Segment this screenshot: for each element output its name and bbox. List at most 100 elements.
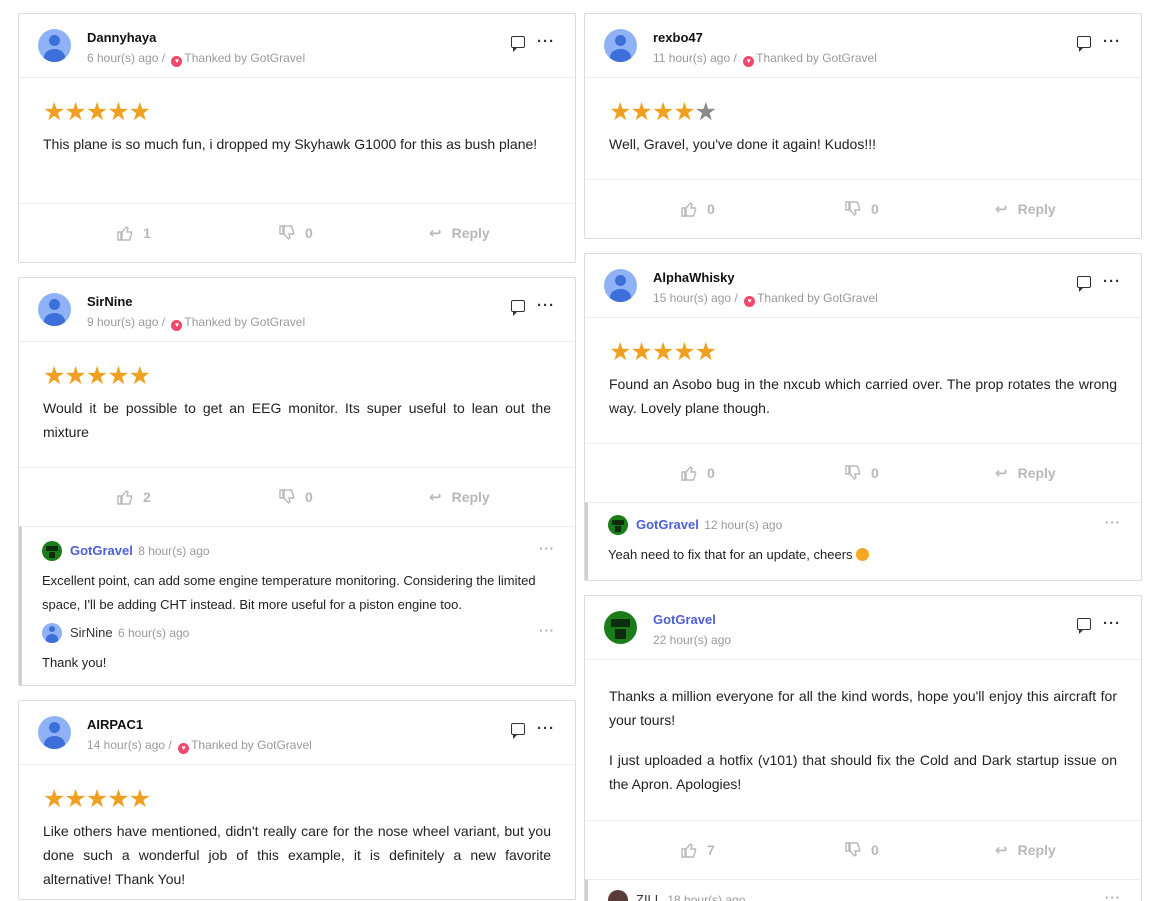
review-body: ★★★★★ Like others have mentioned, didn't… [19,765,575,901]
reply-author[interactable]: GotGravel [636,517,699,532]
thumbs-up-icon [681,843,697,858]
star-rating: ★★★★★ [43,362,151,390]
dislike-button[interactable]: 0 [279,225,313,241]
review-text: This plane is so much fun, i dropped my … [43,136,538,152]
review-text: Well, Gravel, you've done it again! Kudo… [609,136,877,152]
review-header: rexbo47 11 hour(s) ago / ♥ Thanked by Got… [585,14,1141,78]
like-count: 7 [707,842,715,858]
like-button[interactable]: 2 [117,489,151,505]
reply-avatar[interactable] [42,623,62,643]
username[interactable]: AlphaWhisky [653,270,735,285]
dislike-button[interactable]: 0 [845,842,879,858]
review-header: Dannyhaya 6 hour(s) ago / ♥ Thanked by Go… [19,14,575,78]
more-icon[interactable]: ··· [539,541,555,556]
dislike-button[interactable]: 0 [845,201,879,217]
avatar[interactable] [38,293,71,326]
review-text: Thanks a million everyone for all the ki… [609,688,1117,728]
heart-icon: ♥ [178,743,190,754]
username[interactable]: rexbo47 [653,30,703,45]
review-card: Dannyhaya 6 hour(s) ago / ♥ Thanked by Go… [18,13,576,263]
dislike-button[interactable]: 0 [845,465,879,481]
reply-item: ZILL 18 hour(s) ago ··· [588,880,1141,901]
thanked-label: Thanked by GotGravel [191,738,312,752]
comment-icon[interactable] [511,723,525,739]
comment-icon[interactable] [1077,618,1091,634]
avatar[interactable] [604,29,637,62]
avatar[interactable] [38,716,71,749]
timestamp: 14 hour(s) ago / [87,738,172,752]
username[interactable]: GotGravel [653,612,716,627]
review-meta: 15 hour(s) ago / ♥ Thanked by GotGravel [653,291,878,307]
review-text: I just uploaded a hotfix (v101) that sho… [609,752,1117,792]
more-icon[interactable]: ··· [1103,274,1121,289]
timestamp: 11 hour(s) ago / [653,51,737,65]
review-body: ★★★★★ This plane is so much fun, i dropp… [19,78,575,203]
header-actions: ··· [511,34,555,52]
reply-button[interactable]: ↩ Reply [429,224,490,242]
avatar[interactable] [38,29,71,62]
reply-time: 18 hour(s) ago [667,893,746,901]
more-icon[interactable]: ··· [537,298,555,313]
like-count: 1 [143,225,151,241]
review-meta: 22 hour(s) ago [653,633,731,647]
reply-time: 6 hour(s) ago [117,626,190,640]
review-footer: 0 0 ↩ Reply [585,179,1141,238]
like-button[interactable]: 0 [681,465,715,481]
heart-icon: ♥ [743,56,755,67]
review-body: ★★★★★ Found an Asobo bug in the nxcub wh… [585,318,1141,443]
reply-avatar[interactable] [608,890,628,901]
header-actions: ··· [1077,616,1121,634]
reply-author[interactable]: SirNine [70,625,113,640]
reply-meta: GotGravel 12 hour(s) ago [636,515,1121,535]
reply-author[interactable]: GotGravel [70,543,133,558]
review-text: Would it be possible to get an EEG monit… [43,400,551,440]
comment-icon[interactable] [511,300,525,316]
more-icon[interactable]: ··· [1103,616,1121,631]
reply-item: SirNine 6 hour(s) ago ··· Thank you! [22,611,575,685]
review-text: Found an Asobo bug in the nxcub which ca… [609,376,1117,416]
more-icon[interactable]: ··· [1103,34,1121,49]
reply-button[interactable]: ↩ Reply [995,200,1056,218]
reply-author[interactable]: ZILL [636,892,662,901]
dislike-button[interactable]: 0 [279,489,313,505]
reply-button[interactable]: ↩ Reply [429,488,490,506]
comment-icon[interactable] [511,36,525,52]
reply-item: GotGravel 12 hour(s) ago ··· Yeah need t… [588,503,1141,580]
dislike-count: 0 [871,465,879,481]
comment-icon[interactable] [1077,276,1091,292]
username[interactable]: SirNine [87,294,133,309]
like-button[interactable]: 0 [681,201,715,217]
avatar[interactable] [604,611,637,644]
review-card: rexbo47 11 hour(s) ago / ♥ Thanked by Got… [584,13,1142,239]
more-icon[interactable]: ··· [537,721,555,736]
reply-item: GotGravel 8 hour(s) ago ··· Excellent po… [22,527,575,612]
timestamp: 9 hour(s) ago / [87,315,166,329]
comment-icon[interactable] [1077,36,1091,52]
star-rating: ★★★★★ [43,785,151,813]
more-icon[interactable]: ··· [537,34,555,49]
reply-avatar[interactable] [608,515,628,535]
review-footer: 1 0 ↩ Reply [19,203,575,262]
reply-thread: GotGravel 12 hour(s) ago ··· Yeah need t… [585,502,1141,580]
username[interactable]: AIRPAC1 [87,717,143,732]
thumbs-down-icon [845,465,861,480]
reply-text: Yeah need to fix that for an update, che… [608,543,1121,567]
more-icon[interactable]: ··· [1105,515,1121,530]
reply-button[interactable]: ↩ Reply [995,464,1056,482]
more-icon[interactable]: ··· [1105,890,1121,901]
username[interactable]: Dannyhaya [87,30,156,45]
reply-meta: GotGravel 8 hour(s) ago [70,541,555,561]
like-button[interactable]: 1 [117,225,151,241]
thumbs-up-icon [117,226,133,241]
reply-button[interactable]: ↩ Reply [995,841,1056,859]
star-rating: ★★★★★ [609,338,717,366]
reply-label: Reply [451,489,490,505]
avatar[interactable] [604,269,637,302]
like-button[interactable]: 7 [681,842,715,858]
thumbs-up-icon [681,466,697,481]
heart-icon: ♥ [171,320,183,331]
review-card: AlphaWhisky 15 hour(s) ago / ♥ Thanked by… [584,253,1142,581]
more-icon[interactable]: ··· [539,623,555,638]
thumbs-down-icon [279,225,295,240]
reply-avatar[interactable] [42,541,62,561]
